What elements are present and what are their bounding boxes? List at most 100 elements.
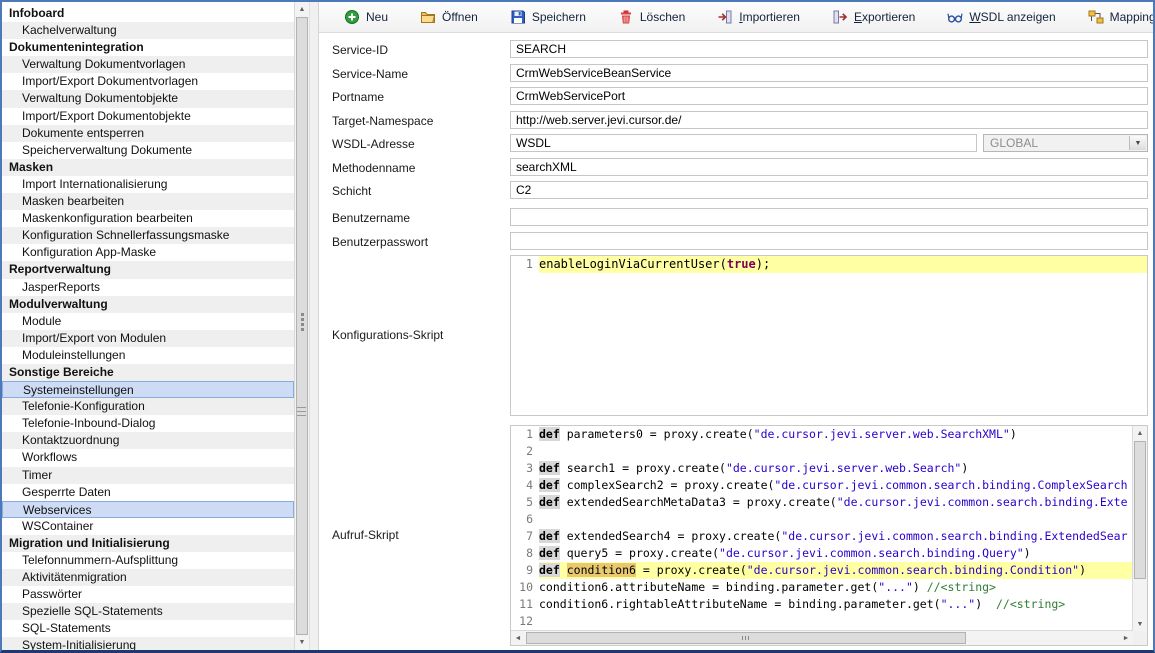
sidebar-item-import-export-dokumentvorlagen[interactable]: Import/Export Dokumentvorlagen: [2, 73, 294, 90]
ffnen-button[interactable]: Öffnen: [411, 5, 487, 29]
sidebar-item-verwaltung-dokumentvorlagen[interactable]: Verwaltung Dokumentvorlagen: [2, 56, 294, 73]
code-line[interactable]: 6: [511, 511, 1133, 528]
service-id-input[interactable]: [510, 40, 1148, 58]
code-line[interactable]: 11condition6.rightableAttributeName = bi…: [511, 596, 1133, 613]
sidebar-item-aktivit-tenmigration[interactable]: Aktivitätenmigration: [2, 569, 294, 586]
sidebar-item-timer[interactable]: Timer: [2, 467, 294, 484]
sidebar-item-kachelverwaltung[interactable]: Kachelverwaltung: [2, 22, 294, 39]
chevron-down-icon[interactable]: [1129, 136, 1146, 150]
sidebar-item-konfiguration-app-maske[interactable]: Konfiguration App-Maske: [2, 244, 294, 261]
sidebar-item-kontaktzuordnung[interactable]: Kontaktzuordnung: [2, 432, 294, 449]
aufruf-skript-editor[interactable]: 1def parameters0 = proxy.create("de.curs…: [510, 425, 1148, 646]
sidebar-item-maskenkonfiguration-bearbeiten[interactable]: Maskenkonfiguration bearbeiten: [2, 210, 294, 227]
code-line[interactable]: 4def complexSearch2 = proxy.create("de.c…: [511, 477, 1133, 494]
konfigurations-skript-editor[interactable]: 1enableLoginViaCurrentUser(true);: [510, 255, 1148, 416]
scroll-up-arrow-icon[interactable]: [1133, 426, 1147, 440]
code-line[interactable]: 2: [511, 443, 1133, 460]
sidebar-item-migration-und-initialisierung[interactable]: Migration und Initialisierung: [2, 535, 294, 552]
sidebar-item-workflows[interactable]: Workflows: [2, 449, 294, 466]
sidebar-item-konfiguration-schnellerfassungsmaske[interactable]: Konfiguration Schnellerfassungsmaske: [2, 227, 294, 244]
sidebar-item-gesperrte-daten[interactable]: Gesperrte Daten: [2, 484, 294, 501]
code-line[interactable]: 10condition6.attributeName = binding.par…: [511, 579, 1133, 596]
pane-splitter-grip[interactable]: [297, 407, 306, 418]
code-line[interactable]: 1def parameters0 = proxy.create("de.curs…: [511, 426, 1133, 443]
code-token: [560, 563, 567, 577]
sidebar-item-verwaltung-dokumentobjekte[interactable]: Verwaltung Dokumentobjekte: [2, 90, 294, 107]
button-label: Speichern: [532, 10, 586, 24]
code-line[interactable]: 1enableLoginViaCurrentUser(true);: [511, 256, 1147, 273]
service-id-label: Service-ID: [332, 43, 388, 57]
code-area[interactable]: 1enableLoginViaCurrentUser(true);: [511, 256, 1147, 415]
sidebar-item-systemeinstellungen[interactable]: Systemeinstellungen: [2, 381, 294, 398]
sidebar-item-masken[interactable]: Masken: [2, 159, 294, 176]
code-line[interactable]: 12: [511, 613, 1133, 630]
sidebar-item-system-initialisierung[interactable]: System-Initialisierung: [2, 637, 294, 650]
sidebar-item-module[interactable]: Module: [2, 313, 294, 330]
sidebar-item-telefonnummern-aufsplittung[interactable]: Telefonnummern-Aufsplittung: [2, 552, 294, 569]
sidebar-item-dokumentenintegration[interactable]: Dokumentenintegration: [2, 39, 294, 56]
editor-horizontal-scrollbar[interactable]: [511, 630, 1133, 645]
sidebar-item-import-export-von-modulen[interactable]: Import/Export von Modulen: [2, 330, 294, 347]
sidebar-scrollbar[interactable]: [294, 2, 309, 650]
importieren-button[interactable]: Importieren: [708, 5, 809, 29]
sidebar-main-splitter[interactable]: [309, 2, 319, 650]
wsdl-anzeigen-button[interactable]: WSDL anzeigen: [938, 5, 1064, 29]
line-number: 11: [511, 596, 539, 613]
speichern-button[interactable]: Speichern: [501, 5, 595, 29]
code-token: true: [727, 257, 756, 271]
wsdl-adresse-input[interactable]: [510, 134, 977, 152]
scroll-down-arrow-icon[interactable]: [295, 635, 309, 650]
code-line[interactable]: 3def search1 = proxy.create("de.cursor.j…: [511, 460, 1133, 477]
sidebar-item-passw-rter[interactable]: Passwörter: [2, 586, 294, 603]
code-area[interactable]: 1def parameters0 = proxy.create("de.curs…: [511, 426, 1133, 631]
target-namespace-input[interactable]: [510, 111, 1148, 129]
sidebar-item-jasperreports[interactable]: JasperReports: [2, 279, 294, 296]
sidebar-item-import-export-dokumentobjekte[interactable]: Import/Export Dokumentobjekte: [2, 108, 294, 125]
sidebar-item-speicherverwaltung-dokumente[interactable]: Speicherverwaltung Dokumente: [2, 142, 294, 159]
vscrollbar-thumb[interactable]: [1134, 441, 1146, 579]
code-token: enableLoginViaCurrentUser(: [539, 257, 727, 271]
benutzername-input[interactable]: [510, 208, 1148, 226]
code-token: //<string>: [927, 580, 996, 594]
methodenname-input[interactable]: [510, 158, 1148, 176]
sidebar-item-sql-statements[interactable]: SQL-Statements: [2, 620, 294, 637]
scroll-down-arrow-icon[interactable]: [1133, 617, 1147, 631]
benutzerpasswort-input[interactable]: [510, 232, 1148, 250]
scroll-up-arrow-icon[interactable]: [295, 2, 309, 17]
sidebar-item-modulverwaltung[interactable]: Modulverwaltung: [2, 296, 294, 313]
sidebar-item-dokumente-entsperren[interactable]: Dokumente entsperren: [2, 125, 294, 142]
code-line[interactable]: 9def condition6 = proxy.create("de.curso…: [511, 562, 1133, 579]
sidebar-item-wscontainer[interactable]: WSContainer: [2, 518, 294, 535]
sidebar-item-telefonie-inbound-dialog[interactable]: Telefonie-Inbound-Dialog: [2, 415, 294, 432]
line-number: 3: [511, 460, 539, 477]
sidebar-item-reportverwaltung[interactable]: Reportverwaltung: [2, 261, 294, 278]
import-icon: [717, 9, 733, 25]
wsdl-adresse-scope-combobox[interactable]: GLOBAL: [983, 134, 1148, 152]
editor-vertical-scrollbar[interactable]: [1132, 426, 1147, 631]
service-name-input[interactable]: [510, 64, 1148, 82]
code-line[interactable]: 5def extendedSearchMetaData3 = proxy.cre…: [511, 494, 1133, 511]
line-number: 9: [511, 562, 539, 579]
portname-input[interactable]: [510, 87, 1148, 105]
button-label: Mapping: [1110, 10, 1155, 24]
l-schen-button[interactable]: Löschen: [609, 5, 694, 29]
sidebar-item-webservices[interactable]: Webservices: [2, 501, 294, 518]
code-line[interactable]: 8def query5 = proxy.create("de.cursor.je…: [511, 545, 1133, 562]
code-line[interactable]: 7def extendedSearch4 = proxy.create("de.…: [511, 528, 1133, 545]
neu-button[interactable]: Neu: [335, 5, 397, 29]
button-label: Löschen: [640, 10, 685, 24]
sidebar-item-import-internationalisierung[interactable]: Import Internationalisierung: [2, 176, 294, 193]
sidebar-item-telefonie-konfiguration[interactable]: Telefonie-Konfiguration: [2, 398, 294, 415]
sidebar-item-spezielle-sql-statements[interactable]: Spezielle SQL-Statements: [2, 603, 294, 620]
sidebar-item-moduleinstellungen[interactable]: Moduleinstellungen: [2, 347, 294, 364]
scroll-left-arrow-icon[interactable]: [511, 631, 525, 645]
sidebar-item-sonstige-bereiche[interactable]: Sonstige Bereiche: [2, 364, 294, 381]
hscrollbar-thumb[interactable]: [526, 632, 966, 644]
sidebar-item-masken-bearbeiten[interactable]: Masken bearbeiten: [2, 193, 294, 210]
sidebar-scrollbar-thumb[interactable]: [296, 17, 308, 635]
mapping-button[interactable]: Mapping: [1079, 5, 1155, 29]
exportieren-button[interactable]: Exportieren: [823, 5, 924, 29]
schicht-input[interactable]: [510, 181, 1148, 199]
scroll-right-arrow-icon[interactable]: [1119, 631, 1133, 645]
sidebar-item-infoboard[interactable]: Infoboard: [2, 5, 294, 22]
